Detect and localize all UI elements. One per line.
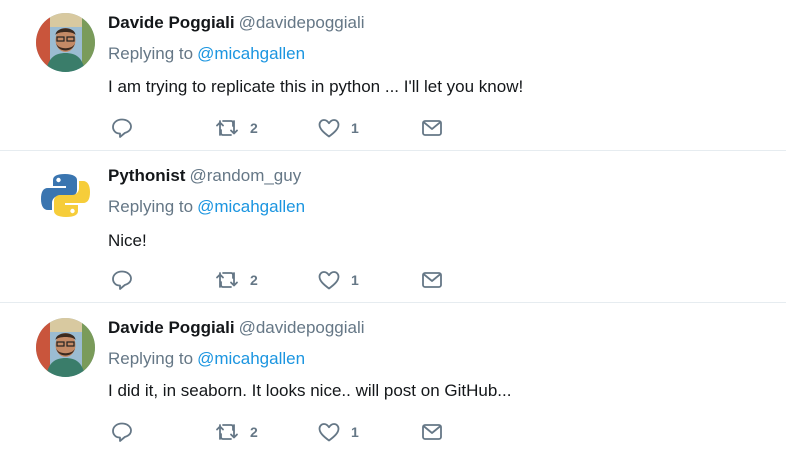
- direct-message-button[interactable]: [420, 268, 444, 292]
- author-name[interactable]: Davide Poggiali: [108, 13, 235, 32]
- message-icon: [422, 120, 442, 136]
- message-icon: [422, 424, 442, 440]
- retweet-button[interactable]: 2: [214, 420, 258, 444]
- retweet-button[interactable]: 2: [214, 268, 258, 292]
- tweet-text: I am trying to replicate this in python …: [108, 77, 524, 96]
- retweet-icon: [216, 424, 238, 440]
- direct-message-button[interactable]: [420, 116, 444, 140]
- reply-button[interactable]: [110, 268, 134, 292]
- replying-to-label: Replying to: [108, 197, 194, 216]
- message-icon: [422, 272, 442, 288]
- avatar[interactable]: [36, 166, 95, 225]
- retweet-icon: [216, 120, 238, 136]
- author-name[interactable]: Pythonist: [108, 166, 185, 185]
- tweet-header: Davide Poggiali @davidepoggiali: [108, 318, 365, 338]
- retweet-count: 2: [250, 424, 258, 440]
- replying-to-label: Replying to: [108, 349, 194, 368]
- replying-to-mention[interactable]: @micahgallen: [197, 44, 305, 63]
- avatar[interactable]: [36, 13, 95, 72]
- direct-message-button[interactable]: [420, 420, 444, 444]
- tweet-header: Davide Poggiali @davidepoggiali: [108, 13, 365, 33]
- avatar[interactable]: [36, 318, 95, 377]
- like-icon: [318, 271, 340, 290]
- like-button[interactable]: 1: [317, 420, 359, 444]
- replying-to-label: Replying to: [108, 44, 194, 63]
- reply-icon: [112, 270, 132, 290]
- retweet-button[interactable]: 2: [214, 116, 258, 140]
- tweet-text: Nice!: [108, 231, 147, 250]
- reply-button[interactable]: [110, 420, 134, 444]
- reply-icon: [112, 422, 132, 442]
- like-icon: [318, 119, 340, 138]
- replying-to-line: Replying to @micahgallen: [108, 44, 305, 64]
- replying-to-line: Replying to @micahgallen: [108, 349, 305, 369]
- like-count: 1: [351, 424, 359, 440]
- reply-icon: [112, 118, 132, 138]
- replying-to-mention[interactable]: @micahgallen: [197, 349, 305, 368]
- author-name[interactable]: Davide Poggiali: [108, 318, 235, 337]
- replying-to-line: Replying to @micahgallen: [108, 197, 305, 217]
- tweet-header: Pythonist @random_guy: [108, 166, 301, 186]
- like-button[interactable]: 1: [317, 116, 359, 140]
- reply-button[interactable]: [110, 116, 134, 140]
- replying-to-mention[interactable]: @micahgallen: [197, 197, 305, 216]
- tweet[interactable]: Pythonist @random_guy Replying to @micahga…: [0, 151, 786, 301]
- author-handle[interactable]: @davidepoggiali: [239, 13, 365, 32]
- retweet-icon: [216, 272, 238, 288]
- author-handle[interactable]: @davidepoggiali: [239, 318, 365, 337]
- like-count: 1: [351, 120, 359, 136]
- like-icon: [318, 423, 340, 442]
- retweet-count: 2: [250, 272, 258, 288]
- python-logo-icon: [41, 174, 90, 217]
- retweet-count: 2: [250, 120, 258, 136]
- like-count: 1: [351, 272, 359, 288]
- like-button[interactable]: 1: [317, 268, 359, 292]
- author-handle[interactable]: @random_guy: [189, 166, 301, 185]
- tweet-text: I did it, in seaborn. It looks nice.. wi…: [108, 381, 512, 400]
- tweet[interactable]: Davide Poggiali @davidepoggiali Replying …: [0, 0, 786, 150]
- tweet[interactable]: Davide Poggiali @davidepoggiali Replying …: [0, 303, 786, 454]
